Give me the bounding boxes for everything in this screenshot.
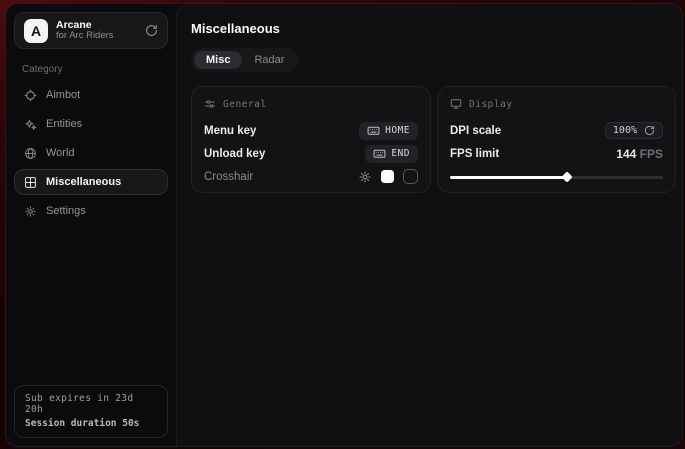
globe-icon	[24, 147, 37, 160]
menu-key-binding[interactable]: HOME	[359, 122, 418, 140]
unload-key-label: Unload key	[204, 148, 265, 160]
sidebar-item-miscellaneous[interactable]: Miscellaneous	[14, 169, 168, 195]
dpi-scale-row: DPI scale 100%	[450, 119, 663, 142]
app-title-block: Arcane for Arc Riders	[56, 19, 114, 42]
fps-number: 144	[616, 147, 636, 161]
gear-icon	[24, 205, 37, 218]
fps-slider-fill	[450, 176, 567, 179]
tab-misc[interactable]: Misc	[194, 51, 242, 69]
crosshair-color-swatch[interactable]	[381, 170, 394, 183]
menu-key-value: HOME	[385, 125, 410, 136]
display-panel-title: Display	[469, 99, 513, 110]
sidebar-item-label: World	[46, 147, 75, 159]
fps-limit-slider[interactable]	[450, 174, 663, 181]
sparkles-icon	[24, 118, 37, 131]
sliders-icon	[204, 98, 216, 110]
crosshair-controls	[358, 169, 418, 184]
display-panel: Display DPI scale 100% FPS limit	[437, 86, 676, 193]
crosshair-label: Crosshair	[204, 171, 253, 183]
menu-key-row: Menu key HOME	[204, 119, 418, 142]
sidebar-spacer	[14, 224, 168, 385]
sidebar-item-label: Aimbot	[46, 89, 80, 101]
sub-expiry-text: Sub expires in 23d 20h	[25, 393, 157, 415]
main-content: Miscellaneous Misc Radar General	[176, 4, 683, 446]
unload-key-row: Unload key END	[204, 142, 418, 165]
panels-row: General Menu key HOME Unload key	[191, 86, 676, 193]
sidebar-item-aimbot[interactable]: Aimbot	[14, 82, 168, 108]
app-logo: A	[24, 19, 48, 43]
category-label: Category	[22, 64, 160, 75]
account-header-card: A Arcane for Arc Riders	[14, 12, 168, 49]
fps-limit-value: 144 FPS	[616, 147, 663, 161]
dpi-scale-control[interactable]: 100%	[605, 122, 663, 139]
keyboard-icon	[367, 124, 380, 137]
sidebar-item-label: Settings	[46, 205, 86, 217]
general-panel-title: General	[223, 99, 267, 110]
sidebar-item-label: Miscellaneous	[46, 176, 121, 188]
sidebar-item-entities[interactable]: Entities	[14, 111, 168, 137]
fps-slider-thumb[interactable]	[561, 171, 572, 182]
subscription-card: Sub expires in 23d 20h Session duration …	[14, 385, 168, 438]
app-logo-letter: A	[31, 23, 41, 39]
crosshair-icon	[24, 89, 37, 102]
refresh-icon[interactable]	[145, 24, 158, 37]
dpi-reset-icon[interactable]	[644, 125, 655, 136]
sidebar-item-label: Entities	[46, 118, 82, 130]
fps-limit-label: FPS limit	[450, 148, 499, 160]
page-title: Miscellaneous	[191, 21, 676, 36]
monitor-icon	[450, 98, 462, 110]
menu-key-label: Menu key	[204, 125, 256, 137]
tab-bar: Misc Radar	[191, 48, 299, 72]
dpi-scale-label: DPI scale	[450, 125, 501, 137]
grid-icon	[24, 176, 37, 189]
fps-unit: FPS	[640, 147, 663, 161]
sidebar-nav: Aimbot Entities World	[14, 82, 168, 224]
app-subtitle: for Arc Riders	[56, 31, 114, 42]
dpi-scale-value: 100%	[613, 125, 637, 136]
crosshair-enable-checkbox[interactable]	[403, 169, 418, 184]
sidebar-item-settings[interactable]: Settings	[14, 198, 168, 224]
tab-radar[interactable]: Radar	[242, 51, 296, 69]
keyboard-icon	[373, 147, 386, 160]
unload-key-value: END	[391, 148, 410, 159]
crosshair-row: Crosshair	[204, 165, 418, 188]
unload-key-binding[interactable]: END	[365, 145, 418, 163]
sidebar-item-world[interactable]: World	[14, 140, 168, 166]
session-duration-text: Session duration 50s	[25, 418, 157, 429]
display-panel-header: Display	[450, 98, 663, 110]
sidebar: A Arcane for Arc Riders Category Aim	[6, 4, 176, 446]
crosshair-settings-gear-icon[interactable]	[358, 170, 372, 184]
fps-limit-row: FPS limit 144 FPS	[450, 142, 663, 165]
general-panel: General Menu key HOME Unload key	[191, 86, 431, 193]
app-window: A Arcane for Arc Riders Category Aim	[5, 3, 683, 447]
general-panel-header: General	[204, 98, 418, 110]
